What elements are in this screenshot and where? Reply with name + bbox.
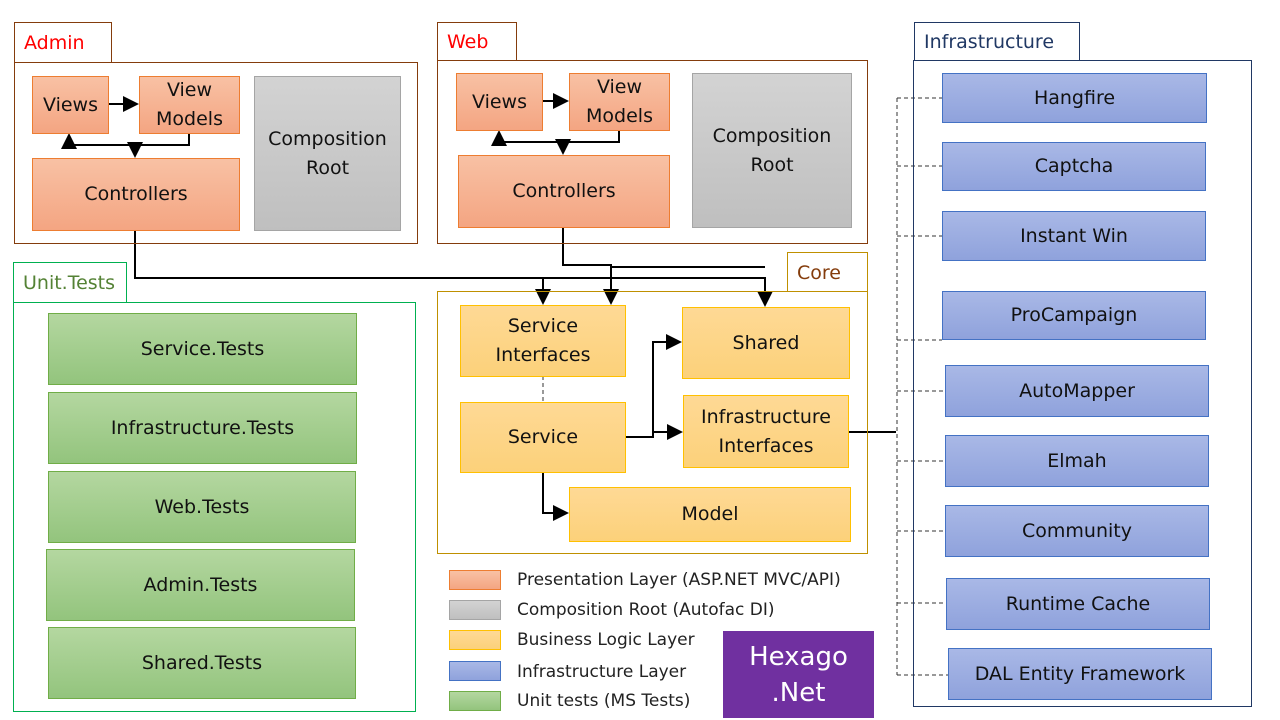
admin-view-models: View Models	[139, 76, 240, 134]
web-views: Views	[456, 73, 543, 131]
legend-swatch-presentation	[449, 570, 501, 590]
infra-item: Runtime Cache	[946, 578, 1210, 630]
admin-composition-root: Composition Root	[254, 76, 401, 231]
infra-item: AutoMapper	[945, 365, 1209, 417]
web-controllers: Controllers	[458, 155, 670, 228]
web-title: Web	[437, 22, 517, 61]
web-composition-root: Composition Root	[692, 73, 852, 228]
web-view-models: View Models	[569, 73, 670, 131]
infra-item: ProCampaign	[942, 291, 1206, 340]
core-infrastructure-interfaces: Infrastructure Interfaces	[683, 395, 849, 468]
core-service-interfaces: Service Interfaces	[460, 305, 626, 377]
infrastructure-title: Infrastructure	[914, 22, 1080, 61]
legend-label: Presentation Layer (ASP.NET MVC/API)	[517, 570, 841, 590]
core-title: Core	[787, 252, 868, 292]
admin-title: Admin	[14, 22, 112, 63]
test-item: Infrastructure.Tests	[48, 392, 357, 464]
infra-item: Elmah	[945, 435, 1209, 487]
infra-item: Hangfire	[942, 73, 1207, 123]
legend-swatch-business	[449, 630, 501, 650]
admin-controllers: Controllers	[32, 158, 240, 231]
unit-tests-title: Unit.Tests	[13, 262, 127, 303]
admin-views: Views	[32, 76, 109, 134]
test-item: Service.Tests	[48, 313, 357, 385]
test-item: Admin.Tests	[46, 549, 355, 621]
legend-swatch-tests	[449, 691, 501, 711]
core-model: Model	[569, 487, 851, 542]
hexago-logo: Hexago .Net	[723, 631, 874, 718]
legend-label: Unit tests (MS Tests)	[517, 691, 691, 711]
infra-item: Community	[945, 505, 1209, 557]
legend-swatch-infrastructure	[449, 661, 501, 681]
infra-item: Captcha	[942, 142, 1206, 191]
legend-label: Infrastructure Layer	[517, 662, 687, 682]
core-shared: Shared	[682, 307, 850, 379]
legend-label: Composition Root (Autofac DI)	[517, 600, 775, 620]
test-item: Web.Tests	[48, 471, 356, 543]
legend-swatch-composition	[449, 600, 501, 620]
test-item: Shared.Tests	[48, 627, 356, 699]
infra-item: DAL Entity Framework	[948, 648, 1212, 700]
infra-item: Instant Win	[942, 211, 1206, 261]
legend-label: Business Logic Layer	[517, 630, 695, 650]
core-service: Service	[460, 402, 626, 473]
